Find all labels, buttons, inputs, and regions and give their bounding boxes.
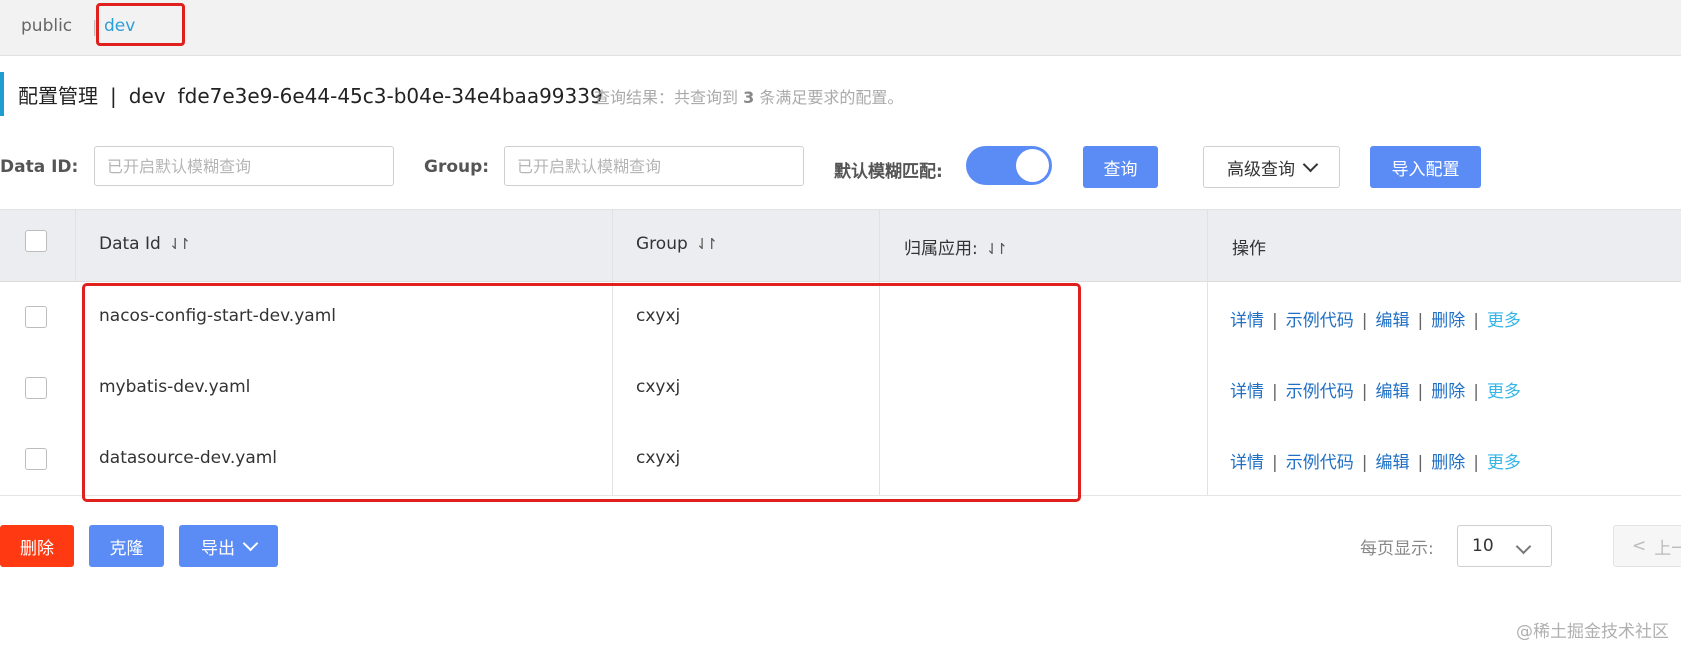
table-header: Data Id ⇃↾ Group ⇃↾ 归属应用: ⇃↾ 操作 [0,210,1681,282]
page-size-value: 10 [1472,536,1494,556]
export-label: 导出 [201,538,235,559]
select-all-checkbox[interactable] [25,230,47,252]
column-divider [1207,210,1208,495]
namespace-public[interactable]: public [21,16,72,36]
row-operations: 详情 | 示例代码 | 编辑 | 删除 | 更多 [1230,306,1521,331]
op-separator: | [1272,382,1278,402]
sample-code-link[interactable]: 示例代码 [1286,311,1354,331]
page-title-namespace-id: fde7e3e9-6e44-45c3-b04e-34e4baa99339 [177,84,603,108]
sample-code-link[interactable]: 示例代码 [1286,382,1354,402]
op-separator: | [1272,311,1278,331]
query-result-suffix: 条满足要求的配置。 [759,88,904,107]
group-label: Group: [424,157,490,177]
op-separator: | [1417,453,1424,473]
query-button[interactable]: 查询 [1083,146,1158,188]
op-separator: | [1473,382,1479,402]
chevron-down-icon [242,535,259,551]
op-separator: | [1361,311,1368,331]
delete-link[interactable]: 删除 [1431,311,1465,331]
page-title-main: 配置管理 [18,84,98,108]
detail-link[interactable]: 详情 [1230,453,1264,473]
sort-icon[interactable]: ⇃↾ [696,235,718,253]
import-config-button[interactable]: 导入配置 [1370,146,1481,188]
chevron-down-icon [1302,156,1319,172]
row-operations: 详情 | 示例代码 | 编辑 | 删除 | 更多 [1230,448,1521,473]
sample-code-link[interactable]: 示例代码 [1286,453,1354,473]
data-id-input[interactable] [94,146,394,186]
header-app[interactable]: 归属应用: ⇃↾ [904,234,1008,259]
chevron-down-icon [1515,538,1532,555]
config-table: Data Id ⇃↾ Group ⇃↾ 归属应用: ⇃↾ 操作 nacos-confi… [0,209,1681,496]
row-checkbox[interactable] [25,377,47,399]
group-input[interactable] [504,146,804,186]
row-checkbox[interactable] [25,306,47,328]
op-separator: | [1272,453,1278,473]
header-data-id-label: Data Id [99,234,161,254]
column-divider [75,210,76,281]
fuzzy-match-label: 默认模糊匹配: [834,162,943,182]
edit-link[interactable]: 编辑 [1375,311,1409,331]
header-group-label: Group [636,234,688,254]
header-app-label: 归属应用: [904,239,978,259]
edit-link[interactable]: 编辑 [1375,453,1409,473]
header-operations: 操作 [1232,239,1266,259]
page-title-separator: | [110,84,117,108]
advanced-query-button[interactable]: 高级查询 [1203,146,1340,188]
more-link[interactable]: 更多 [1487,382,1521,402]
delete-link[interactable]: 删除 [1431,382,1465,402]
annotation-box-rows [82,283,1081,502]
detail-link[interactable]: 详情 [1230,311,1264,331]
query-result-text: 查询结果：共查询到 3 条满足要求的配置。 [594,84,903,108]
delete-link[interactable]: 删除 [1431,453,1465,473]
title-accent-bar [0,72,4,116]
detail-link[interactable]: 详情 [1230,382,1264,402]
more-link[interactable]: 更多 [1487,453,1521,473]
export-button[interactable]: 导出 [179,525,278,567]
header-group[interactable]: Group ⇃↾ [636,234,718,254]
clone-button[interactable]: 克隆 [89,525,164,567]
op-separator: | [1417,382,1424,402]
op-separator: | [1473,311,1479,331]
sort-icon[interactable]: ⇃↾ [169,235,191,253]
sort-icon[interactable]: ⇃↾ [986,240,1008,258]
data-id-label: Data ID: [0,157,79,177]
page-size-label: 每页显示: [1360,539,1434,559]
advanced-query-label: 高级查询 [1227,159,1295,180]
op-separator: | [1361,382,1368,402]
row-operations: 详情 | 示例代码 | 编辑 | 删除 | 更多 [1230,377,1521,402]
prev-page-label: 上一 [1654,538,1681,559]
query-result-prefix: 查询结果：共查询到 [594,88,739,107]
prev-page-button[interactable]: < 上一 [1613,525,1681,567]
batch-delete-button[interactable]: 删除 [0,525,74,567]
header-data-id[interactable]: Data Id ⇃↾ [99,234,191,254]
toggle-knob [1016,149,1049,182]
chevron-left-icon: < [1632,536,1647,556]
row-checkbox[interactable] [25,448,47,470]
page-size-select[interactable]: 10 [1457,525,1552,567]
more-link[interactable]: 更多 [1487,311,1521,331]
watermark-text: @稀土掘金技术社区 [1516,622,1669,642]
page-title-namespace: dev [128,84,166,108]
edit-link[interactable]: 编辑 [1375,382,1409,402]
op-separator: | [1361,453,1368,473]
op-separator: | [1473,453,1479,473]
annotation-box-namespace [96,3,185,46]
query-result-count: 3 [743,88,755,107]
page-title: 配置管理 | dev fde7e3e9-6e44-45c3-b04e-34e4baa9… [18,80,603,109]
fuzzy-match-toggle[interactable] [966,146,1052,185]
op-separator: | [1417,311,1424,331]
namespace-bar: public | dev [0,0,1681,56]
